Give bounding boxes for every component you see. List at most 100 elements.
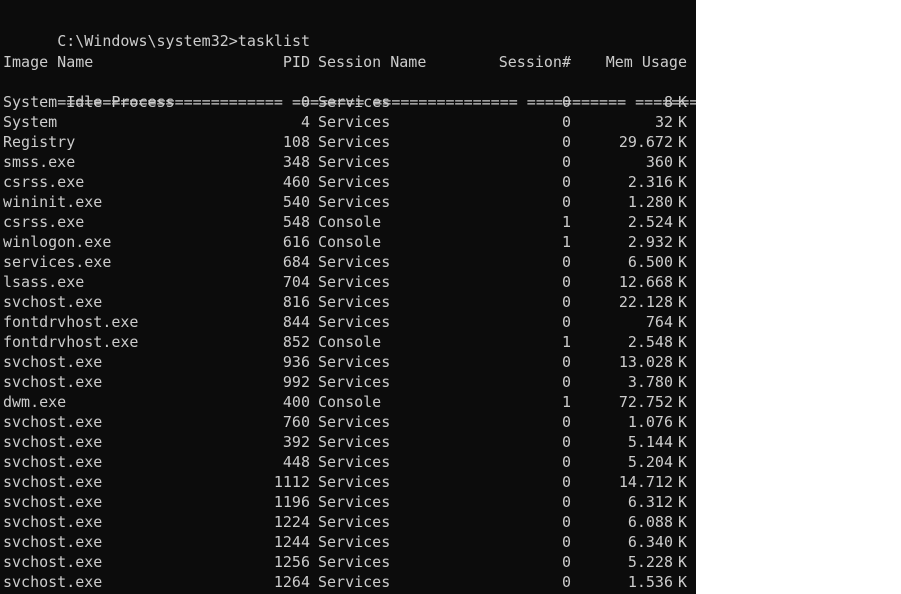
process-mem-usage: 2.548 xyxy=(627,333,673,351)
process-pid: 844 xyxy=(282,313,310,331)
process-mem-usage: 14.712 xyxy=(618,473,673,491)
process-mem-usage: 5.228 xyxy=(627,553,673,571)
process-image-name: csrss.exe xyxy=(3,173,85,191)
process-pid: 348 xyxy=(282,153,310,171)
process-pid: 760 xyxy=(282,413,310,431)
process-mem-unit: K xyxy=(678,453,688,471)
header-image-name: Image Name xyxy=(3,53,94,71)
process-image-name: svchost.exe xyxy=(3,553,103,571)
process-mem-unit: K xyxy=(678,173,688,191)
process-mem-usage: 2.524 xyxy=(627,213,673,231)
process-mem-unit: K xyxy=(678,353,688,371)
process-mem-usage: 72.752 xyxy=(618,393,673,411)
process-session-name: Console xyxy=(318,213,382,231)
process-mem-unit: K xyxy=(678,413,688,431)
process-session-name: Services xyxy=(318,153,391,171)
terminal-window[interactable]: C:\Windows\system32>tasklist Image Name … xyxy=(0,0,901,594)
process-pid: 1112 xyxy=(273,473,310,491)
process-mem-unit: K xyxy=(678,153,688,171)
process-session-number: 0 xyxy=(561,453,571,471)
process-mem-usage: 6.340 xyxy=(627,533,673,551)
process-image-name: svchost.exe xyxy=(3,353,103,371)
process-session-number: 1 xyxy=(561,233,571,251)
process-mem-unit: K xyxy=(678,273,688,291)
command-prompt: C:\Windows\system32>tasklist xyxy=(57,32,311,50)
process-mem-unit: K xyxy=(678,393,688,411)
process-mem-unit: K xyxy=(678,193,688,211)
process-session-number: 0 xyxy=(561,93,571,111)
process-session-name: Console xyxy=(318,333,382,351)
header-separator: ========================= ======== =====… xyxy=(3,72,696,111)
process-image-name: lsass.exe xyxy=(3,273,85,291)
process-mem-usage: 13.028 xyxy=(618,353,673,371)
process-pid: 0 xyxy=(300,93,310,111)
process-mem-usage: 1.076 xyxy=(627,413,673,431)
process-session-number: 0 xyxy=(561,413,571,431)
process-mem-usage: 1.536 xyxy=(627,573,673,591)
process-session-number: 1 xyxy=(561,333,571,351)
process-mem-unit: K xyxy=(678,553,688,571)
process-image-name: svchost.exe xyxy=(3,513,103,531)
process-session-number: 0 xyxy=(561,253,571,271)
process-image-name: svchost.exe xyxy=(3,493,103,511)
process-image-name: svchost.exe xyxy=(3,433,103,451)
process-session-name: Services xyxy=(318,273,391,291)
process-pid: 1196 xyxy=(273,493,310,511)
process-session-number: 0 xyxy=(561,373,571,391)
process-session-number: 0 xyxy=(561,293,571,311)
process-pid: 448 xyxy=(282,453,310,471)
process-pid: 936 xyxy=(282,353,310,371)
process-pid: 704 xyxy=(282,273,310,291)
process-mem-unit: K xyxy=(678,493,688,511)
process-image-name: svchost.exe xyxy=(3,453,103,471)
process-mem-unit: K xyxy=(678,113,688,131)
process-mem-unit: K xyxy=(678,333,688,351)
process-session-number: 0 xyxy=(561,113,571,131)
process-image-name: svchost.exe xyxy=(3,573,103,591)
process-mem-usage: 22.128 xyxy=(618,293,673,311)
process-image-name: winlogon.exe xyxy=(3,233,112,251)
process-mem-usage: 1.280 xyxy=(627,193,673,211)
process-pid: 4 xyxy=(300,113,310,131)
header-session-number: Session# xyxy=(498,53,571,71)
process-image-name: System Idle Process xyxy=(3,93,175,111)
process-session-number: 0 xyxy=(561,513,571,531)
process-image-name: Registry xyxy=(3,133,76,151)
process-pid: 1244 xyxy=(273,533,310,551)
process-mem-usage: 6.088 xyxy=(627,513,673,531)
process-mem-unit: K xyxy=(678,293,688,311)
process-session-name: Services xyxy=(318,433,391,451)
process-image-name: svchost.exe xyxy=(3,533,103,551)
process-mem-usage: 3.780 xyxy=(627,373,673,391)
process-mem-usage: 6.312 xyxy=(627,493,673,511)
process-session-name: Console xyxy=(318,233,382,251)
table-header: Image Name PID Session Name Session# Mem… xyxy=(3,52,687,72)
process-pid: 400 xyxy=(282,393,310,411)
process-session-number: 0 xyxy=(561,573,571,591)
process-session-name: Services xyxy=(318,293,391,311)
process-mem-unit: K xyxy=(678,93,688,111)
process-pid: 816 xyxy=(282,293,310,311)
process-mem-usage: 8 xyxy=(663,93,673,111)
window-background xyxy=(696,0,901,594)
process-mem-usage: 12.668 xyxy=(618,273,673,291)
process-pid: 392 xyxy=(282,433,310,451)
process-mem-unit: K xyxy=(678,533,688,551)
process-session-name: Console xyxy=(318,393,382,411)
process-session-number: 0 xyxy=(561,533,571,551)
process-mem-unit: K xyxy=(678,473,688,491)
process-image-name: svchost.exe xyxy=(3,293,103,311)
terminal-output: C:\Windows\system32>tasklist Image Name … xyxy=(0,0,696,594)
process-session-name: Services xyxy=(318,93,391,111)
process-image-name: services.exe xyxy=(3,253,112,271)
process-image-name: svchost.exe xyxy=(3,413,103,431)
process-session-name: Services xyxy=(318,573,391,591)
process-session-name: Services xyxy=(318,313,391,331)
process-pid: 992 xyxy=(282,373,310,391)
process-mem-unit: K xyxy=(678,373,688,391)
header-mem-usage: Mem Usage xyxy=(605,53,687,71)
process-session-number: 0 xyxy=(561,193,571,211)
process-image-name: fontdrvhost.exe xyxy=(3,333,139,351)
process-session-name: Services xyxy=(318,113,391,131)
process-mem-usage: 2.932 xyxy=(627,233,673,251)
